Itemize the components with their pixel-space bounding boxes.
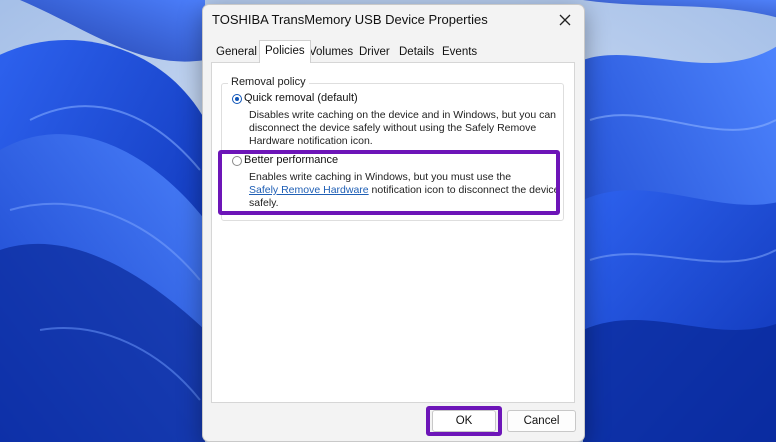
better-performance-description-line: Safely Remove Hardware notification icon… [249,184,560,197]
better-performance-radio[interactable] [232,156,242,166]
tab-general[interactable]: General [216,43,257,61]
better-performance-label[interactable]: Better performance [244,154,338,166]
better-performance-description-line: Enables write caching in Windows, but yo… [249,171,512,183]
removal-policy-label: Removal policy [228,76,309,88]
tab-events[interactable]: Events [442,43,477,61]
tab-details[interactable]: Details [399,43,434,61]
ok-button[interactable]: OK [432,410,496,432]
quick-removal-description-line: disconnect the device safely without usi… [249,122,537,134]
tab-driver[interactable]: Driver [359,43,390,61]
better-performance-description-line: safely. [249,197,279,209]
quick-removal-radio[interactable] [232,94,242,104]
close-button[interactable] [554,10,576,30]
close-icon [559,14,571,26]
desktop: TOSHIBA TransMemory USB Device Propertie… [0,0,776,442]
description-text: notification icon to disconnect the devi… [368,184,560,196]
properties-dialog: TOSHIBA TransMemory USB Device Propertie… [202,4,585,442]
tab-volumes[interactable]: Volumes [309,43,353,61]
quick-removal-description-line: Disables write caching on the device and… [249,109,557,121]
window-title: TOSHIBA TransMemory USB Device Propertie… [212,12,488,27]
safely-remove-hardware-link[interactable]: Safely Remove Hardware [249,184,369,196]
title-bar[interactable]: TOSHIBA TransMemory USB Device Propertie… [203,5,584,35]
quick-removal-label[interactable]: Quick removal (default) [244,92,358,104]
quick-removal-description-line: Hardware notification icon. [249,135,373,147]
cancel-button[interactable]: Cancel [507,410,576,432]
tab-policies[interactable]: Policies [259,40,311,63]
